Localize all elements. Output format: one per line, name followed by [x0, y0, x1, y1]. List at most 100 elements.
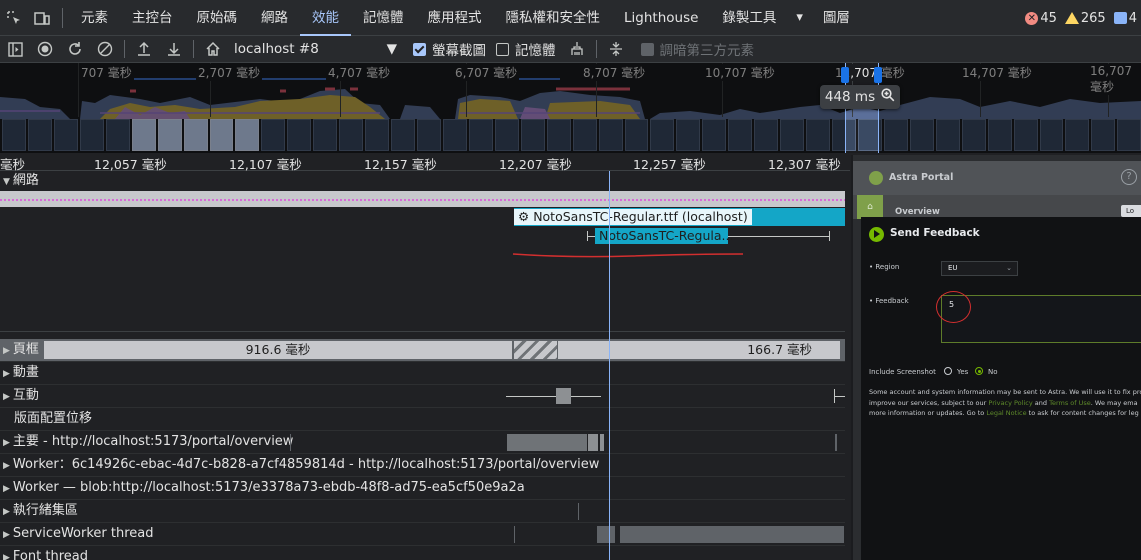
expand-triangle-icon: ▶ [3, 392, 10, 402]
reload-record-icon[interactable] [60, 36, 90, 63]
expand-triangle-icon: ▶ [3, 369, 10, 379]
task-slice [290, 434, 291, 451]
screenshot-preview: Astra Portal ? ⌂ Overview Lo Send Feedba… [851, 155, 1141, 560]
tab-layers[interactable]: 圖層 [811, 0, 862, 36]
expand-triangle-icon: ▶ [3, 553, 10, 560]
toolbar-divider [595, 40, 597, 58]
red-underline-annotation [512, 253, 744, 258]
region-label: • Region [869, 263, 900, 271]
memory-checkbox[interactable] [496, 42, 509, 56]
performance-toolbar: localhost #8 ▼ 螢幕截圖 記憶體 調暗第三方元素 [0, 36, 1141, 63]
tab-privacy-security[interactable]: 隱私權和安全性 [494, 0, 613, 36]
task-slice[interactable] [600, 434, 604, 451]
clear-icon[interactable] [90, 36, 120, 63]
capture-settings-icon[interactable] [601, 36, 631, 63]
network-track-header[interactable]: ▼ 網路 [0, 171, 850, 191]
tab-console[interactable]: 主控台 [120, 0, 185, 36]
error-icon: ✕ [1025, 11, 1039, 25]
expand-triangle-icon: ▶ [3, 530, 10, 540]
timeline-overview[interactable]: 707 毫秒 2,707 毫秒 4,707 毫秒 6,707 毫秒 8,707 … [0, 63, 1141, 153]
pane-splitter[interactable] [0, 331, 845, 332]
flame-chart-tracks[interactable]: ▼ 網路 ⚙ NotoSansTC-Regular.ttf (localhost)… [0, 171, 850, 560]
interactions-track[interactable]: ▶ 互動 [0, 385, 845, 408]
expand-triangle-icon: ▶ [3, 461, 10, 471]
tab-recorder[interactable]: 錄製工具 [710, 0, 788, 36]
nav-home-icon: ⌂ [857, 195, 883, 219]
upload-icon[interactable] [129, 36, 159, 63]
zoom-icon [881, 88, 895, 106]
memory-label: 記憶體 [515, 43, 556, 59]
nav-overview: Overview [895, 207, 940, 217]
garbage-collect-icon[interactable] [562, 36, 592, 63]
dim-third-party-checkbox[interactable] [640, 42, 654, 56]
inspect-element-icon[interactable] [0, 0, 28, 36]
toolbar-divider [124, 40, 125, 58]
warning-count[interactable]: 265 [1064, 11, 1106, 26]
expand-triangle-icon: ▶ [3, 484, 10, 494]
frames-track[interactable]: ▶ 頁框 916.6 毫秒 166.7 毫秒 [0, 339, 845, 362]
zoom-range-chip[interactable]: 448 ms [820, 85, 900, 109]
issue-counters[interactable]: ✕ 45 265 4 [1025, 0, 1141, 36]
worker-track-2[interactable]: ▶ Worker — blob:http://localhost:5173/e33… [0, 477, 845, 500]
thread-pool-track[interactable]: ▶ 執行緒集區 [0, 500, 845, 523]
more-tabs-chevron-icon[interactable]: ▾ [788, 10, 811, 25]
time-cursor-line [609, 171, 610, 560]
toggle-sidebar-icon[interactable] [0, 36, 30, 63]
frame-bar[interactable]: 916.6 毫秒 [44, 341, 512, 359]
red-circle-annotation [936, 291, 971, 323]
tab-lighthouse[interactable]: Lighthouse [612, 0, 710, 36]
warning-icon [1064, 12, 1079, 24]
info-count[interactable]: 4 [1113, 11, 1137, 26]
frame-bar[interactable]: 166.7 毫秒 [558, 341, 840, 359]
home-icon[interactable] [198, 36, 228, 63]
error-count[interactable]: ✕ 45 [1025, 11, 1057, 26]
selection-handle-right[interactable] [874, 67, 882, 83]
dialog-title: Send Feedback [890, 227, 980, 239]
session-select[interactable]: localhost #8 ▼ [228, 41, 403, 57]
selection-dim-right [878, 63, 1141, 153]
download-icon[interactable] [159, 36, 189, 63]
worker-track-1[interactable]: ▶ Worker：6c14926c-ebac-4d7c-b828-a7cf4859… [0, 454, 845, 477]
record-icon[interactable] [30, 36, 60, 63]
timeline-ruler: 毫秒 12,057 毫秒 12,107 毫秒 12,157 毫秒 12,207 … [0, 153, 850, 172]
toolbar-divider [193, 40, 194, 58]
dim-third-party-label: 調暗第三方元素 [659, 43, 755, 59]
expand-triangle-icon: ▶ [3, 346, 10, 356]
layout-shifts-track[interactable]: 版面配置位移 [0, 408, 845, 431]
app-logo-icon [869, 171, 883, 185]
network-request-label[interactable]: ⚙ NotoSansTC-Regular.ttf (localhost) [514, 209, 752, 225]
device-toolbar-icon[interactable] [28, 0, 56, 36]
expand-triangle-icon: ▶ [3, 507, 10, 517]
selection-dim-left [0, 63, 845, 153]
interaction-whisker [506, 396, 601, 397]
request-whisker-cap [829, 231, 830, 241]
send-icon [869, 227, 884, 242]
task-slice [514, 526, 515, 543]
tab-sources[interactable]: 原始碼 [185, 0, 250, 36]
frame-bar-dropped[interactable] [514, 341, 557, 359]
network-request-label-2[interactable]: NotoSansTC-Regula... [595, 228, 733, 244]
chevron-down-icon: ▼ [386, 41, 397, 57]
task-slice[interactable] [507, 434, 587, 451]
region-select: EU ⌄ [941, 261, 1018, 276]
task-slice[interactable] [588, 434, 598, 451]
tab-elements[interactable]: 元素 [69, 0, 120, 36]
info-icon [1113, 12, 1127, 24]
main-thread-track[interactable]: ▶ 主要 - http://localhost:5173/portal/overv… [0, 431, 845, 454]
interaction-bar[interactable] [556, 388, 571, 404]
request-whisker-cap [587, 231, 588, 241]
task-slice [620, 526, 844, 543]
animations-track[interactable]: ▶ 動畫 [0, 362, 845, 385]
expand-triangle-icon: ▼ [3, 177, 10, 187]
selection-handle-left[interactable] [841, 67, 849, 83]
tab-application[interactable]: 應用程式 [416, 0, 494, 36]
app-header: Astra Portal ? [853, 161, 1141, 195]
feedback-label: • Feedback [869, 297, 909, 305]
tab-network[interactable]: 網路 [249, 0, 300, 36]
service-worker-track[interactable]: ▶ ServiceWorker thread [0, 523, 845, 546]
tab-memory[interactable]: 記憶體 [351, 0, 416, 36]
font-thread-track[interactable]: ▶ Font thread [0, 546, 845, 560]
radio-no [975, 367, 983, 375]
tab-performance[interactable]: 效能 [300, 0, 351, 36]
screenshots-checkbox[interactable] [413, 42, 426, 56]
